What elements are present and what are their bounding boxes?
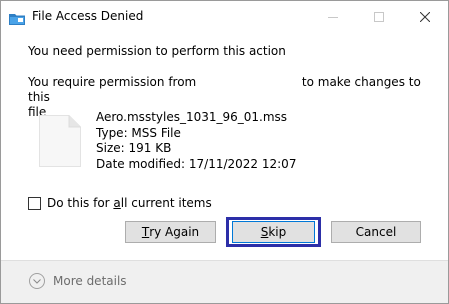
dialog-content: You need permission to perform this acti… bbox=[1, 31, 448, 260]
close-button[interactable] bbox=[402, 1, 448, 31]
more-details-label: More details bbox=[53, 274, 127, 288]
try-again-accesskey: T bbox=[141, 225, 150, 239]
minimize-icon bbox=[328, 7, 338, 26]
apply-all-label-pre: Do this for bbox=[47, 196, 114, 210]
file-name: Aero.msstyles_1031_96_01.mss bbox=[96, 110, 288, 124]
file-details: Aero.msstyles_1031_96_01.mss Type: MSS F… bbox=[96, 110, 296, 172]
apply-all-label-post: ll current items bbox=[120, 196, 212, 210]
file-access-denied-dialog: File Access Denied You need permission t… bbox=[0, 0, 449, 304]
apply-all-checkbox[interactable] bbox=[28, 196, 41, 210]
try-again-button[interactable]: Try Again bbox=[125, 221, 216, 243]
apply-all-label[interactable]: Do this for all current items bbox=[47, 196, 212, 210]
skip-button[interactable]: Skip bbox=[232, 221, 315, 243]
dialog-footer: More details bbox=[1, 260, 448, 303]
permission-prefix: You require permission from bbox=[28, 75, 197, 89]
maximize-icon bbox=[374, 7, 384, 26]
main-instruction: You need permission to perform this acti… bbox=[28, 44, 286, 58]
file-type: Type: MSS File bbox=[96, 125, 181, 140]
maximize-button[interactable] bbox=[356, 1, 402, 31]
close-icon bbox=[419, 7, 431, 26]
file-date-modified: Date modified: 17/11/2022 12:07 bbox=[96, 156, 297, 171]
apply-all-option[interactable]: Do this for all current items bbox=[28, 195, 212, 211]
folder-warning-icon bbox=[9, 10, 25, 25]
window-title: File Access Denied bbox=[32, 9, 144, 23]
minimize-button[interactable] bbox=[310, 1, 356, 31]
more-details-toggle[interactable]: More details bbox=[29, 273, 127, 289]
apply-all-label-accesskey: a bbox=[113, 196, 121, 210]
skip-label: kip bbox=[268, 225, 287, 239]
file-size: Size: 191 KB bbox=[96, 141, 172, 155]
title-bar[interactable]: File Access Denied bbox=[1, 1, 448, 31]
cancel-button[interactable]: Cancel bbox=[331, 221, 421, 243]
file-icon bbox=[39, 115, 81, 167]
try-again-label: ry Again bbox=[149, 225, 200, 239]
skip-accesskey: S bbox=[260, 225, 269, 239]
chevron-down-icon bbox=[29, 273, 45, 289]
